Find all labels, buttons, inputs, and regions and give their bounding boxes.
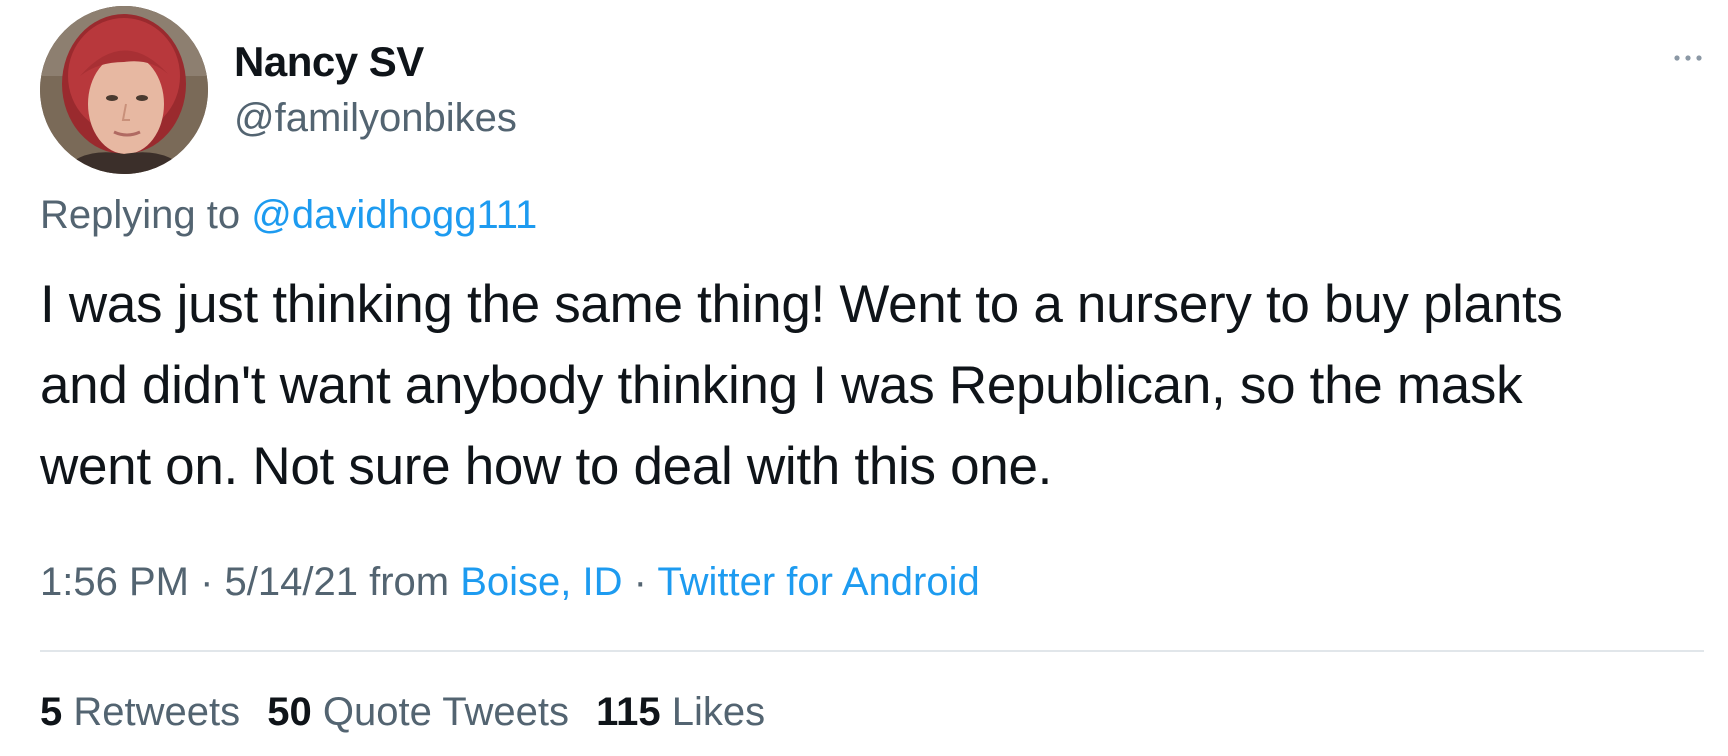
quote-tweets-count: 50 — [267, 690, 312, 734]
engagement-stats: 5 Retweets 50 Quote Tweets 115 Likes — [40, 690, 781, 735]
quote-tweets-stat[interactable]: 50 Quote Tweets — [267, 690, 569, 734]
tweet-text: I was just thinking the same thing! Went… — [40, 275, 1563, 496]
tweet-date[interactable]: 5/14/21 — [225, 560, 358, 604]
likes-count: 115 — [596, 690, 661, 734]
reply-mention-link[interactable]: @davidhogg111 — [251, 193, 537, 237]
reply-prefix: Replying to — [40, 193, 241, 237]
meta-separator: · — [622, 560, 658, 604]
author-name[interactable]: Nancy SV — [234, 38, 424, 86]
tweet-time[interactable]: 1:56 PM — [40, 560, 189, 604]
retweets-label: Retweets — [73, 690, 241, 734]
likes-stat[interactable]: 115 Likes — [596, 690, 765, 734]
location-link[interactable]: Boise, ID — [460, 560, 622, 604]
author-handle[interactable]: @familyonbikes — [234, 96, 517, 141]
avatar[interactable] — [40, 6, 208, 174]
divider — [40, 650, 1704, 652]
quote-tweets-label: Quote Tweets — [322, 690, 569, 734]
tweet: Nancy SV @familyonbikes Replying to @dav… — [0, 0, 1728, 756]
meta-separator: · — [188, 560, 225, 604]
reply-context: Replying to @davidhogg111 — [40, 193, 537, 238]
retweets-stat[interactable]: 5 Retweets — [40, 690, 240, 734]
more-horizontal-icon — [1674, 55, 1702, 61]
retweets-count: 5 — [40, 690, 63, 734]
more-options-button[interactable] — [1668, 38, 1708, 78]
client-link[interactable]: Twitter for Android — [657, 560, 979, 604]
tweet-metadata: 1:56 PM · 5/14/21 from Boise, ID · Twitt… — [40, 560, 980, 605]
likes-label: Likes — [671, 690, 766, 734]
avatar-image — [40, 6, 208, 174]
meta-from-label: from — [369, 560, 450, 604]
